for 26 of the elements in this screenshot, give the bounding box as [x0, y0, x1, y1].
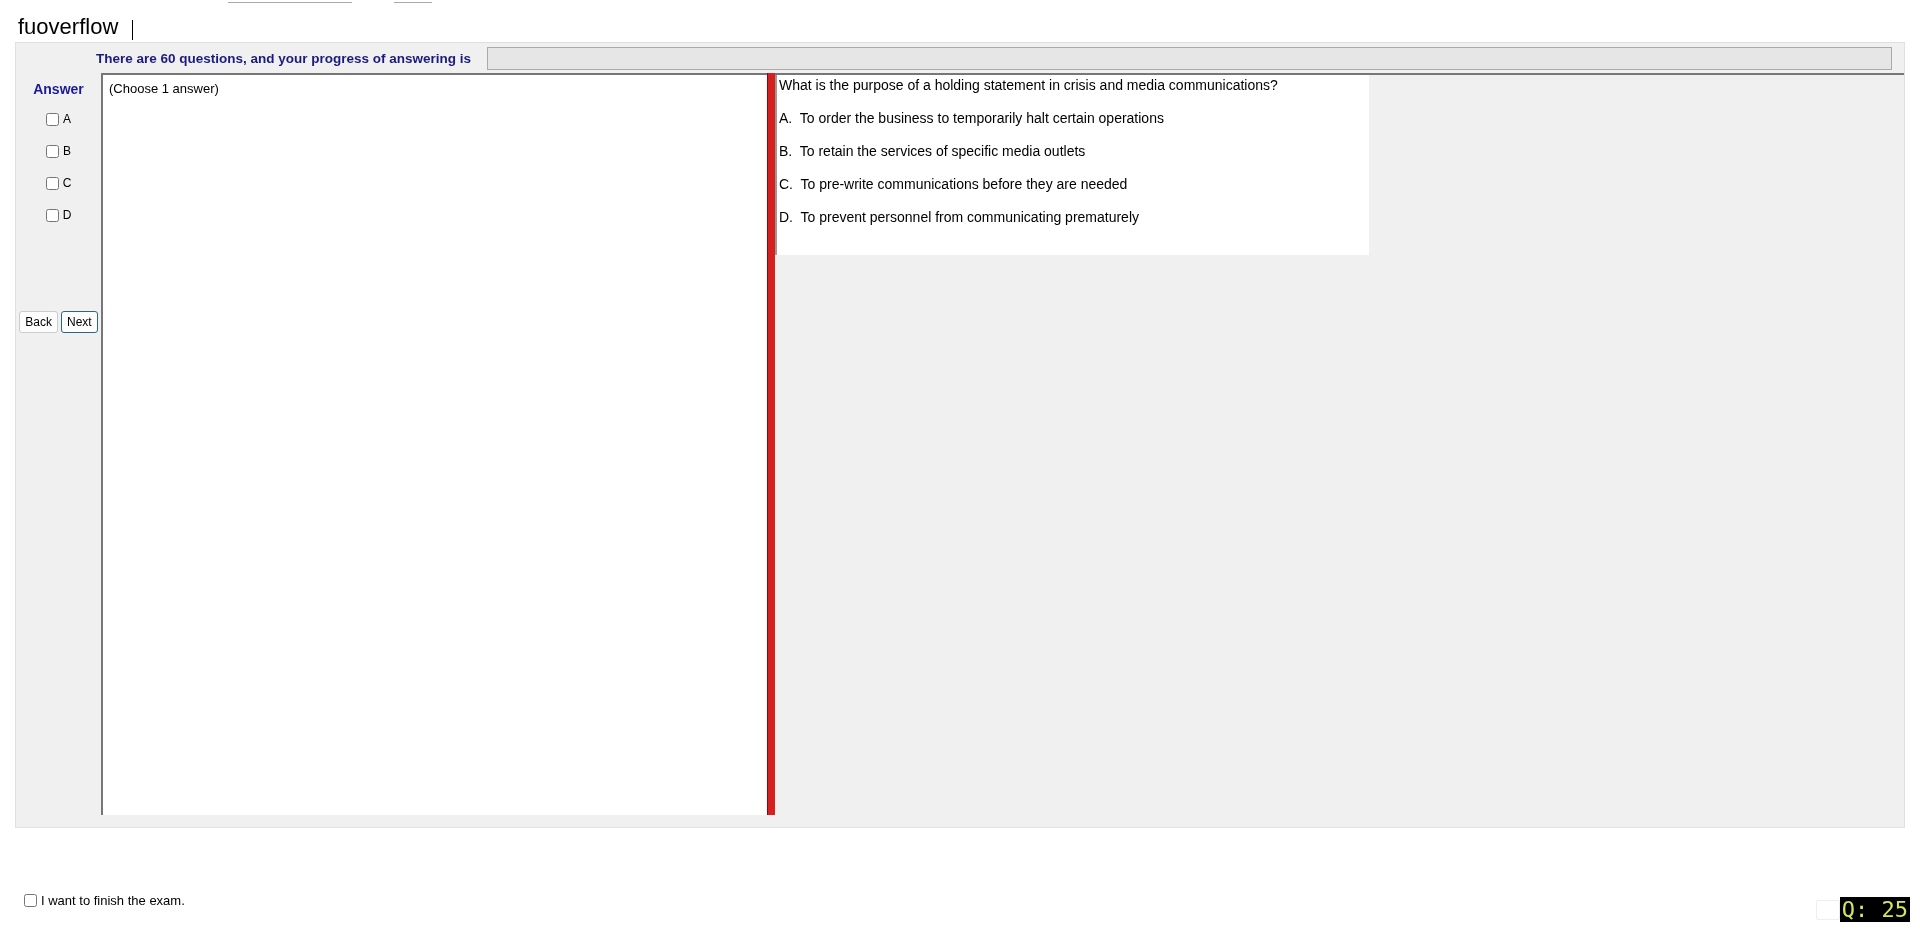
- choice-text: A. To order the business to temporarily halt certain operations: [779, 110, 1165, 126]
- instruction-text: (Choose 1 answer): [109, 81, 219, 96]
- answer-checkbox[interactable]: [45, 176, 59, 190]
- answer-checkbox[interactable]: [46, 112, 59, 126]
- nav-button[interactable]: Back: [19, 311, 58, 333]
- finish-label: I want to finish the exam.: [41, 893, 185, 908]
- nav-button[interactable]: Next: [61, 311, 98, 333]
- top-field[interactable]: [228, 0, 352, 3]
- text-cursor: [132, 20, 134, 40]
- answer-heading: Answer: [33, 81, 84, 97]
- progress-label: There are 60 questions, and your progress of answering is: [96, 50, 472, 66]
- choice-text: C. To pre-write communications before they are needed: [779, 176, 1129, 192]
- app-title: fuoverflow: [18, 14, 119, 40]
- top-field[interactable]: [394, 0, 432, 3]
- answer-checkbox[interactable]: [45, 208, 59, 222]
- option-label: B: [63, 144, 71, 158]
- finish-checkbox[interactable]: [24, 894, 37, 907]
- option-label: C: [62, 176, 72, 190]
- choice-text: D. To prevent personnel from communicating prematurely: [779, 209, 1140, 225]
- question-number: Q: 25: [1839, 897, 1910, 922]
- option-label: A: [63, 112, 71, 126]
- option-label: D: [62, 208, 72, 222]
- answer-checkbox[interactable]: [46, 144, 59, 158]
- small-field[interactable]: [1815, 900, 1840, 920]
- choice-text: B. To retain the services of specific media outlets: [779, 143, 1087, 159]
- question-text: What is the purpose of a holding statement in crisis and media communications?: [779, 77, 1279, 93]
